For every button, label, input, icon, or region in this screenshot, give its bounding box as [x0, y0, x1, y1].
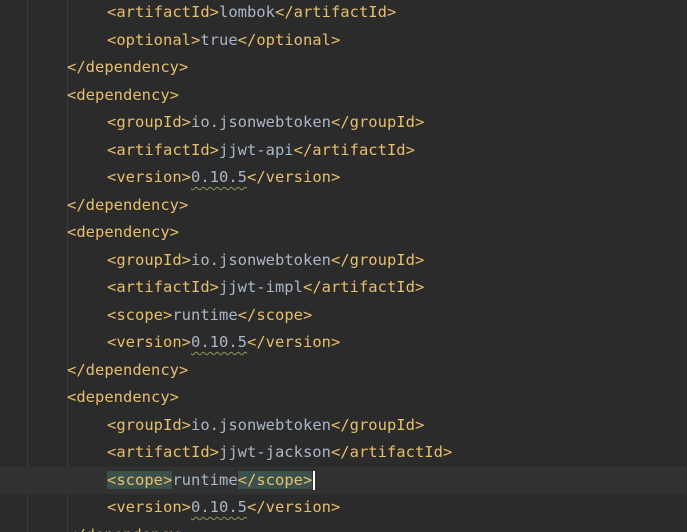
line-content: <version>0.10.5</version> [107, 164, 340, 191]
code-line[interactable]: </dependency> [0, 522, 687, 532]
code-line[interactable]: <version>0.10.5</version> [0, 164, 687, 191]
line-content: <scope>runtime</scope> [107, 467, 316, 494]
xml-value: 0.10.5 [191, 168, 247, 186]
code-line[interactable]: </dependency> [0, 54, 687, 81]
line-content: <groupId>io.jsonwebtoken</groupId> [107, 247, 424, 274]
xml-value: runtime [172, 470, 238, 489]
line-content: <dependency> [67, 384, 179, 411]
xml-close-tag: </artifactId> [293, 140, 415, 159]
xml-open-tag: <artifactId> [107, 3, 219, 21]
xml-value: io.jsonwebtoken [191, 415, 331, 434]
xml-value: 0.10.5 [191, 333, 247, 351]
xml-open-tag: <groupId> [107, 113, 191, 131]
xml-close-tag: </optional> [237, 30, 341, 49]
xml-open-tag: <optional> [107, 30, 201, 49]
code-line[interactable]: <optional>true</optional> [0, 27, 687, 54]
line-content: </dependency> [67, 192, 188, 219]
xml-open-tag: <dependency> [67, 388, 179, 406]
code-line[interactable]: <artifactId>jjwt-impl</artifactId> [0, 274, 687, 301]
code-line[interactable]: <artifactId>jjwt-api</artifactId> [0, 137, 687, 164]
line-content: <dependency> [67, 219, 179, 246]
code-line[interactable]: <version>0.10.5</version> [0, 494, 687, 521]
xml-value: 0.10.5 [191, 498, 247, 516]
xml-open-tag: <version> [107, 168, 191, 186]
code-line[interactable]: <scope>runtime</scope> [0, 302, 687, 329]
text-cursor [313, 470, 316, 490]
code-line[interactable]: <groupId>io.jsonwebtoken</groupId> [0, 109, 687, 136]
code-line[interactable]: <dependency> [0, 384, 687, 411]
xml-close-tag: </artifactId> [274, 3, 397, 21]
xml-open-tag: </dependency> [67, 58, 189, 76]
xml-open-tag: <artifactId> [107, 443, 219, 461]
code-editor[interactable]: <artifactId>lombok</artifactId> <optional… [0, 0, 687, 532]
line-content: <dependency> [67, 82, 179, 109]
line-content: <version>0.10.5</version> [107, 329, 340, 356]
line-content: <artifactId>jjwt-jackson</artifactId> [107, 439, 452, 466]
code-line[interactable]: <artifactId>jjwt-jackson</artifactId> [0, 439, 687, 466]
xml-open-tag: <artifactId> [107, 278, 219, 296]
xml-open-tag: <dependency> [67, 85, 179, 104]
line-content: <artifactId>jjwt-impl</artifactId> [107, 274, 424, 301]
xml-value: true [200, 30, 238, 49]
xml-close-tag: </scope> [237, 305, 313, 324]
xml-close-tag: </version> [247, 168, 341, 186]
xml-close-tag: </artifactId> [330, 443, 453, 461]
xml-open-tag: <version> [107, 333, 191, 351]
line-content: <groupId>io.jsonwebtoken</groupId> [107, 109, 424, 136]
line-content: <artifactId>lombok</artifactId> [107, 0, 396, 26]
xml-close-tag: </artifactId> [302, 278, 425, 296]
line-content: </dependency> [67, 522, 188, 532]
xml-open-tag: </dependency> [67, 360, 189, 379]
line-content: <version>0.10.5</version> [107, 494, 340, 521]
xml-value: io.jsonwebtoken [191, 113, 331, 131]
xml-open-tag: <dependency> [67, 223, 179, 241]
xml-close-tag: </scope> [237, 470, 313, 489]
xml-open-tag: <version> [107, 498, 191, 516]
code-line[interactable]: <artifactId>lombok</artifactId> [0, 0, 687, 26]
code-line[interactable]: <version>0.10.5</version> [0, 329, 687, 356]
xml-close-tag: </version> [247, 333, 341, 351]
xml-close-tag: </groupId> [330, 250, 425, 269]
code-line[interactable]: <groupId>io.jsonwebtoken</groupId> [0, 247, 687, 274]
xml-close-tag: </groupId> [330, 113, 425, 131]
line-content: <groupId>io.jsonwebtoken</groupId> [107, 412, 424, 439]
xml-value: jjwt-impl [218, 278, 303, 296]
xml-close-tag: </groupId> [330, 415, 425, 434]
code-line[interactable]: <dependency> [0, 82, 687, 109]
xml-open-tag: <scope> [107, 470, 173, 489]
line-content: <artifactId>jjwt-api</artifactId> [107, 137, 415, 164]
xml-open-tag: <groupId> [107, 415, 191, 434]
xml-open-tag: <scope> [107, 305, 173, 324]
xml-open-tag: </dependency> [67, 526, 188, 532]
xml-value: lombok [218, 3, 275, 21]
code-line[interactable]: <dependency> [0, 219, 687, 246]
line-content: <scope>runtime</scope> [107, 302, 312, 329]
line-content: </dependency> [67, 54, 188, 81]
xml-value: jjwt-api [218, 140, 294, 159]
xml-value: jjwt-jackson [218, 443, 331, 461]
xml-open-tag: </dependency> [67, 195, 189, 214]
xml-open-tag: <groupId> [107, 250, 191, 269]
xml-value: io.jsonwebtoken [191, 250, 331, 269]
code-line[interactable]: </dependency> [0, 192, 687, 219]
code-line[interactable]: </dependency> [0, 357, 687, 384]
code-line[interactable]: <groupId>io.jsonwebtoken</groupId> [0, 412, 687, 439]
xml-close-tag: </version> [247, 498, 341, 516]
xml-open-tag: <artifactId> [107, 140, 219, 159]
xml-value: runtime [172, 305, 238, 324]
line-content: <optional>true</optional> [107, 27, 340, 54]
code-line[interactable]: <scope>runtime</scope> [0, 466, 687, 494]
line-content: </dependency> [67, 357, 188, 384]
